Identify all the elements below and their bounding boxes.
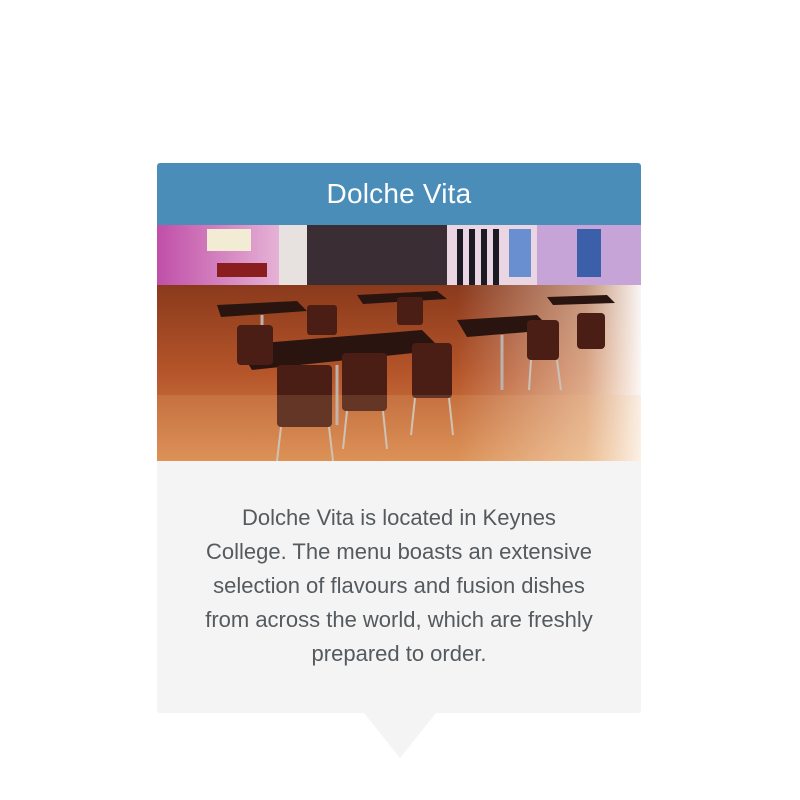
card-body: Dolche Vita is located in Keynes College… xyxy=(157,461,641,713)
card-title: Dolche Vita xyxy=(326,178,472,209)
venue-description: Dolche Vita is located in Keynes College… xyxy=(205,505,593,666)
card-pointer-arrow xyxy=(364,713,436,758)
venue-card: Dolche Vita Dolche Vita is located in Ke… xyxy=(157,163,641,713)
card-header: Dolche Vita xyxy=(157,163,641,225)
venue-photo xyxy=(157,225,641,461)
